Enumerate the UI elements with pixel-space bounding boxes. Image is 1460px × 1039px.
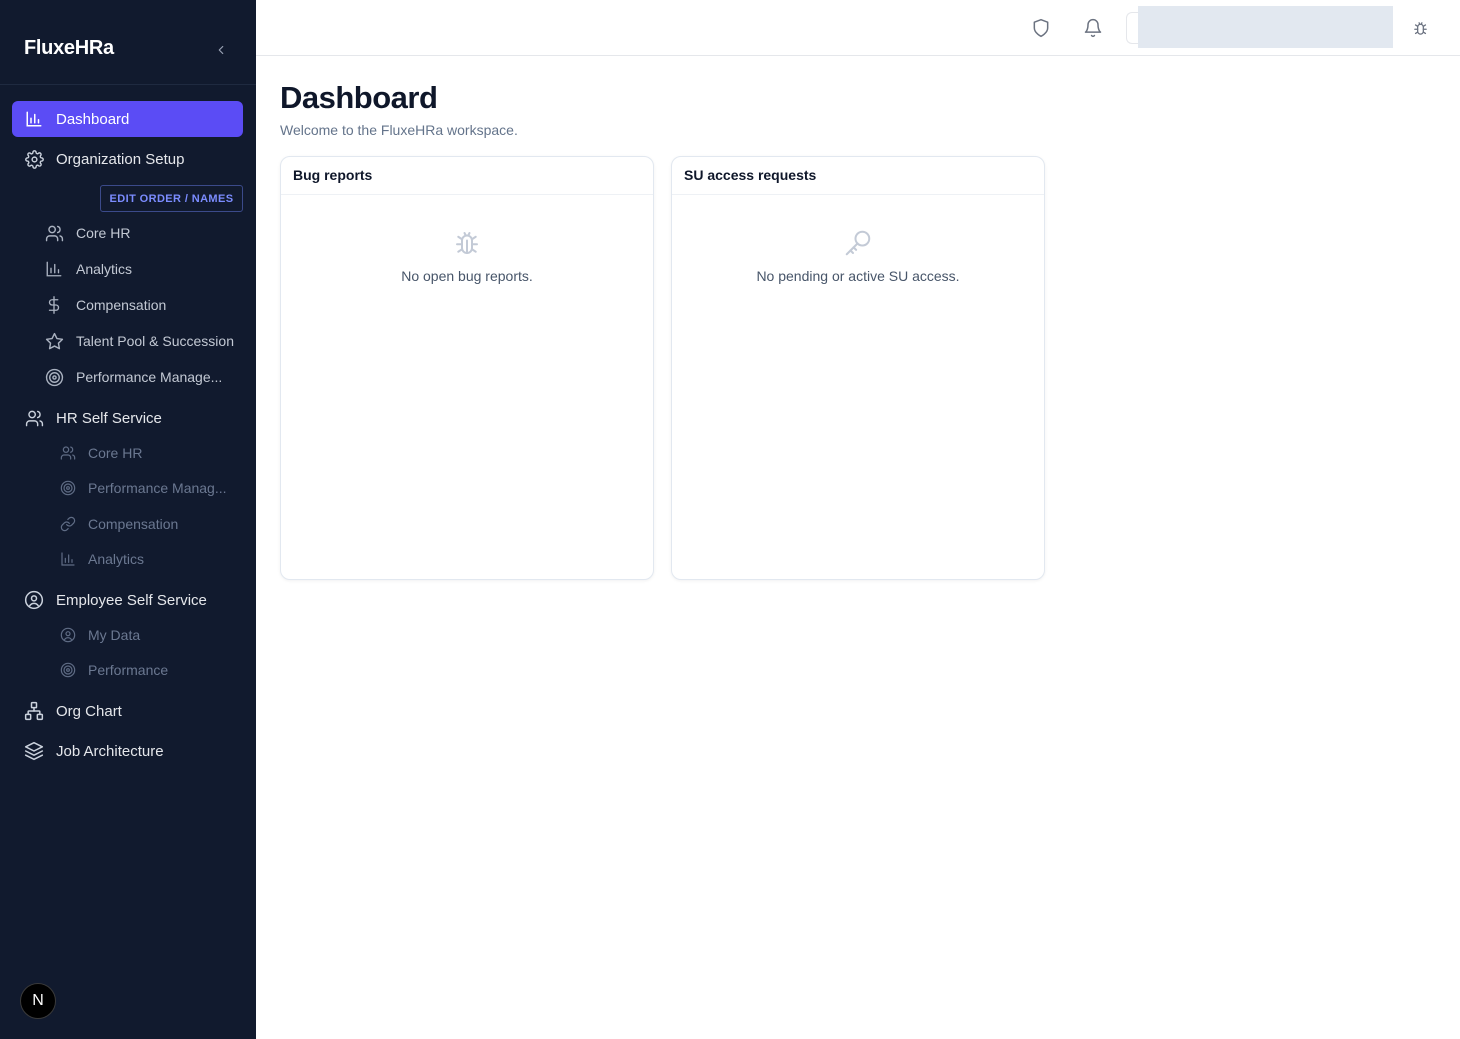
users-icon xyxy=(44,223,64,243)
sidebar-subitem-my-data[interactable]: My Data xyxy=(60,622,140,648)
sidebar-subitem-performance-management[interactable]: Performance Manage... xyxy=(44,363,222,391)
dollar-icon xyxy=(44,295,64,315)
sidebar-subitem-label: Core HR xyxy=(76,225,131,241)
sidebar-subitem-analytics[interactable]: Analytics xyxy=(44,255,132,283)
sidebar-subitem-talent-pool[interactable]: Talent Pool & Succession xyxy=(44,327,234,355)
sidebar-item-label: Dashboard xyxy=(56,110,130,128)
target-icon xyxy=(44,367,64,387)
sidebar-item-organization-setup[interactable]: Organization Setup xyxy=(12,141,243,177)
sidebar-item-label: HR Self Service xyxy=(56,409,162,427)
bug-icon xyxy=(1413,21,1427,35)
bar-chart-icon xyxy=(44,259,64,279)
page-subtitle: Welcome to the FluxeHRa workspace. xyxy=(280,122,518,138)
bug-reports-card: Bug reports No open bug reports. xyxy=(280,156,654,580)
link-icon xyxy=(60,516,76,532)
sidebar-subitem-label: Core HR xyxy=(88,445,143,461)
sidebar-subitem-label: Compensation xyxy=(88,516,179,532)
shield-icon xyxy=(1033,18,1049,38)
bug-report-button[interactable] xyxy=(1408,16,1432,40)
card-title: Bug reports xyxy=(281,157,653,195)
sidebar-subitem-label: Performance xyxy=(88,662,169,678)
target-icon xyxy=(60,480,76,496)
users-icon xyxy=(24,408,44,428)
sidebar-subitem-label: Analytics xyxy=(76,261,133,277)
sidebar-item-label: Organization Setup xyxy=(56,150,185,168)
sidebar-subitem-label: Talent Pool & Succession xyxy=(76,333,234,349)
sidebar-item-employee-self-service[interactable]: Employee Self Service xyxy=(12,582,243,618)
collapse-sidebar-button[interactable] xyxy=(211,40,231,60)
sidebar-item-label: Employee Self Service xyxy=(56,591,207,609)
sidebar-subitem-label: Performance Manag... xyxy=(88,480,227,496)
sidebar-subitem-hr-compensation[interactable]: Compensation xyxy=(60,511,178,537)
sidebar-item-label: Job Architecture xyxy=(56,742,164,760)
sidebar-item-label: Org Chart xyxy=(56,702,122,720)
bar-chart-icon xyxy=(60,551,76,567)
user-circle-icon xyxy=(60,627,76,643)
key-icon xyxy=(842,227,874,259)
sidebar-subitem-label: Analytics xyxy=(88,551,145,567)
sidebar-subitem-core-hr[interactable]: Core HR xyxy=(44,219,130,247)
bug-icon xyxy=(451,227,483,259)
empty-state-text: No pending or active SU access. xyxy=(756,268,960,284)
sidebar-subitem-hr-performance[interactable]: Performance Manag... xyxy=(60,475,227,501)
sidebar-item-dashboard[interactable]: Dashboard xyxy=(12,101,243,137)
sidebar-subitem-label: Compensation xyxy=(76,297,167,313)
edit-order-names-button[interactable]: EDIT ORDER / NAMES xyxy=(100,185,243,212)
shield-button[interactable] xyxy=(1029,16,1053,40)
star-icon xyxy=(44,331,64,351)
page-title: Dashboard xyxy=(280,80,438,115)
user-avatar[interactable]: N xyxy=(20,983,56,1019)
target-icon xyxy=(60,662,76,678)
empty-state-text: No open bug reports. xyxy=(401,268,533,284)
bell-icon xyxy=(1084,18,1102,38)
gear-icon xyxy=(24,149,44,169)
sidebar: FluxeHRa Dashboard Organization Setup ED… xyxy=(0,0,256,1039)
su-access-requests-card: SU access requests No pending or active … xyxy=(671,156,1045,580)
sidebar-subitem-label: My Data xyxy=(88,627,141,643)
sidebar-subitem-compensation[interactable]: Compensation xyxy=(44,291,166,319)
org-chart-icon xyxy=(24,701,44,721)
bar-chart-icon xyxy=(24,109,44,129)
notifications-button[interactable] xyxy=(1081,16,1105,40)
sidebar-subitem-label: Performance Manage... xyxy=(76,369,223,385)
sidebar-divider xyxy=(0,84,256,85)
card-title: SU access requests xyxy=(672,157,1044,195)
user-menu-placeholder[interactable] xyxy=(1138,6,1393,48)
sidebar-subitem-hr-core-hr[interactable]: Core HR xyxy=(60,440,142,466)
top-bar xyxy=(256,0,1460,56)
sidebar-item-org-chart[interactable]: Org Chart xyxy=(12,693,243,729)
sidebar-item-job-architecture[interactable]: Job Architecture xyxy=(12,733,243,769)
brand-logo: FluxeHRa xyxy=(24,37,114,59)
sidebar-subitem-performance[interactable]: Performance xyxy=(60,657,168,683)
sidebar-subitem-hr-analytics[interactable]: Analytics xyxy=(60,546,144,572)
user-circle-icon xyxy=(24,590,44,610)
layers-icon xyxy=(24,741,44,761)
chevron-left-icon xyxy=(218,45,224,55)
sidebar-item-hr-self-service[interactable]: HR Self Service xyxy=(12,400,243,436)
users-icon xyxy=(60,445,76,461)
